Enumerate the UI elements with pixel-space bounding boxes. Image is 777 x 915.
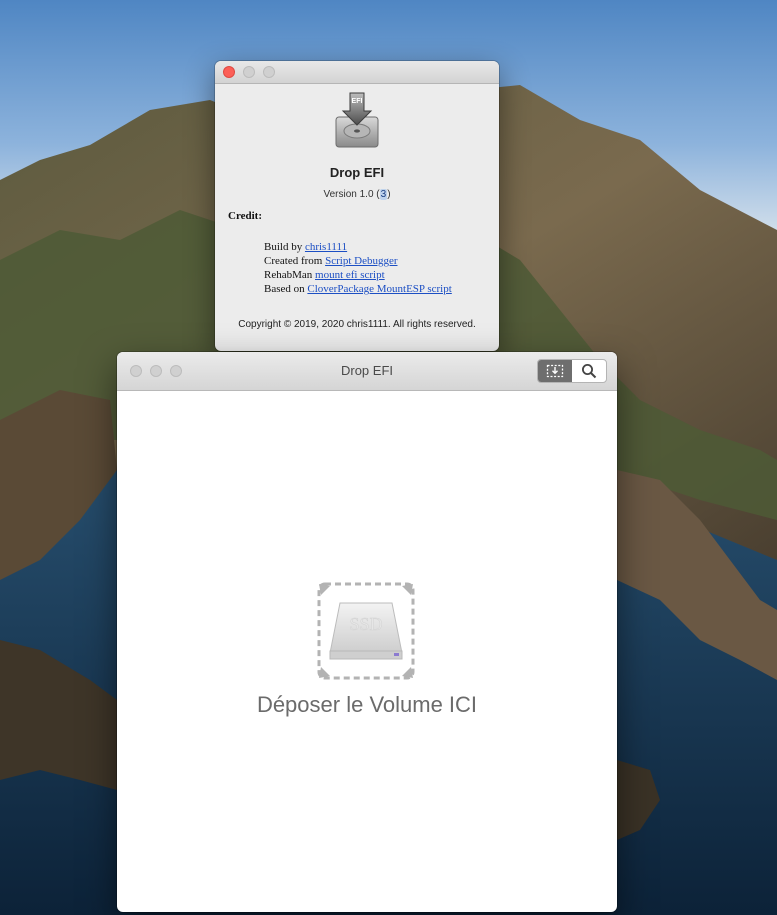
version-text: Version 1.0 (3)	[323, 189, 391, 200]
svg-text:SSD: SSD	[349, 614, 382, 634]
about-titlebar[interactable]	[215, 61, 499, 84]
credits-list: Build by chris1111 Created from Script D…	[264, 240, 452, 296]
svg-text:EFI: EFI	[352, 98, 363, 105]
toolbar-segmented-control	[537, 359, 607, 383]
main-titlebar[interactable]: Drop EFI	[117, 352, 617, 391]
credit-link-script-debugger[interactable]: Script Debugger	[325, 255, 397, 267]
copyright-text: Copyright © 2019, 2020 chris1111. All ri…	[238, 319, 476, 330]
close-button[interactable]	[223, 66, 235, 78]
drop-target-icon	[546, 364, 564, 378]
credit-line: Created from Script Debugger	[264, 255, 398, 267]
credit-heading: Credit:	[228, 210, 263, 222]
drop-target-button[interactable]	[538, 360, 572, 382]
drop-volume-label: Déposer le Volume ICI	[256, 692, 478, 717]
credit-line: RehabMan mount efi script	[264, 269, 385, 281]
minimize-button	[243, 66, 255, 78]
credit-line: Based on CloverPackage MountESP script	[264, 283, 452, 295]
main-window: Drop EFI SSD Déposer le Volume ICI	[117, 352, 617, 912]
search-icon	[582, 364, 597, 379]
search-button[interactable]	[572, 360, 606, 382]
credit-line: Build by chris1111	[264, 241, 348, 253]
zoom-button	[263, 66, 275, 78]
drop-efi-app-icon: EFI	[335, 92, 379, 148]
about-window: EFI Drop EFI Version 1.0 (3) Credit: Bui…	[215, 61, 499, 351]
app-name: Drop EFI	[329, 165, 385, 180]
credit-link-chris1111[interactable]: chris1111	[305, 241, 347, 253]
credit-link-cloverpackage[interactable]: CloverPackage MountESP script	[307, 283, 451, 295]
volume-drop-zone[interactable]: SSD	[316, 581, 416, 681]
credit-link-mount-efi-script[interactable]: mount efi script	[315, 269, 385, 281]
